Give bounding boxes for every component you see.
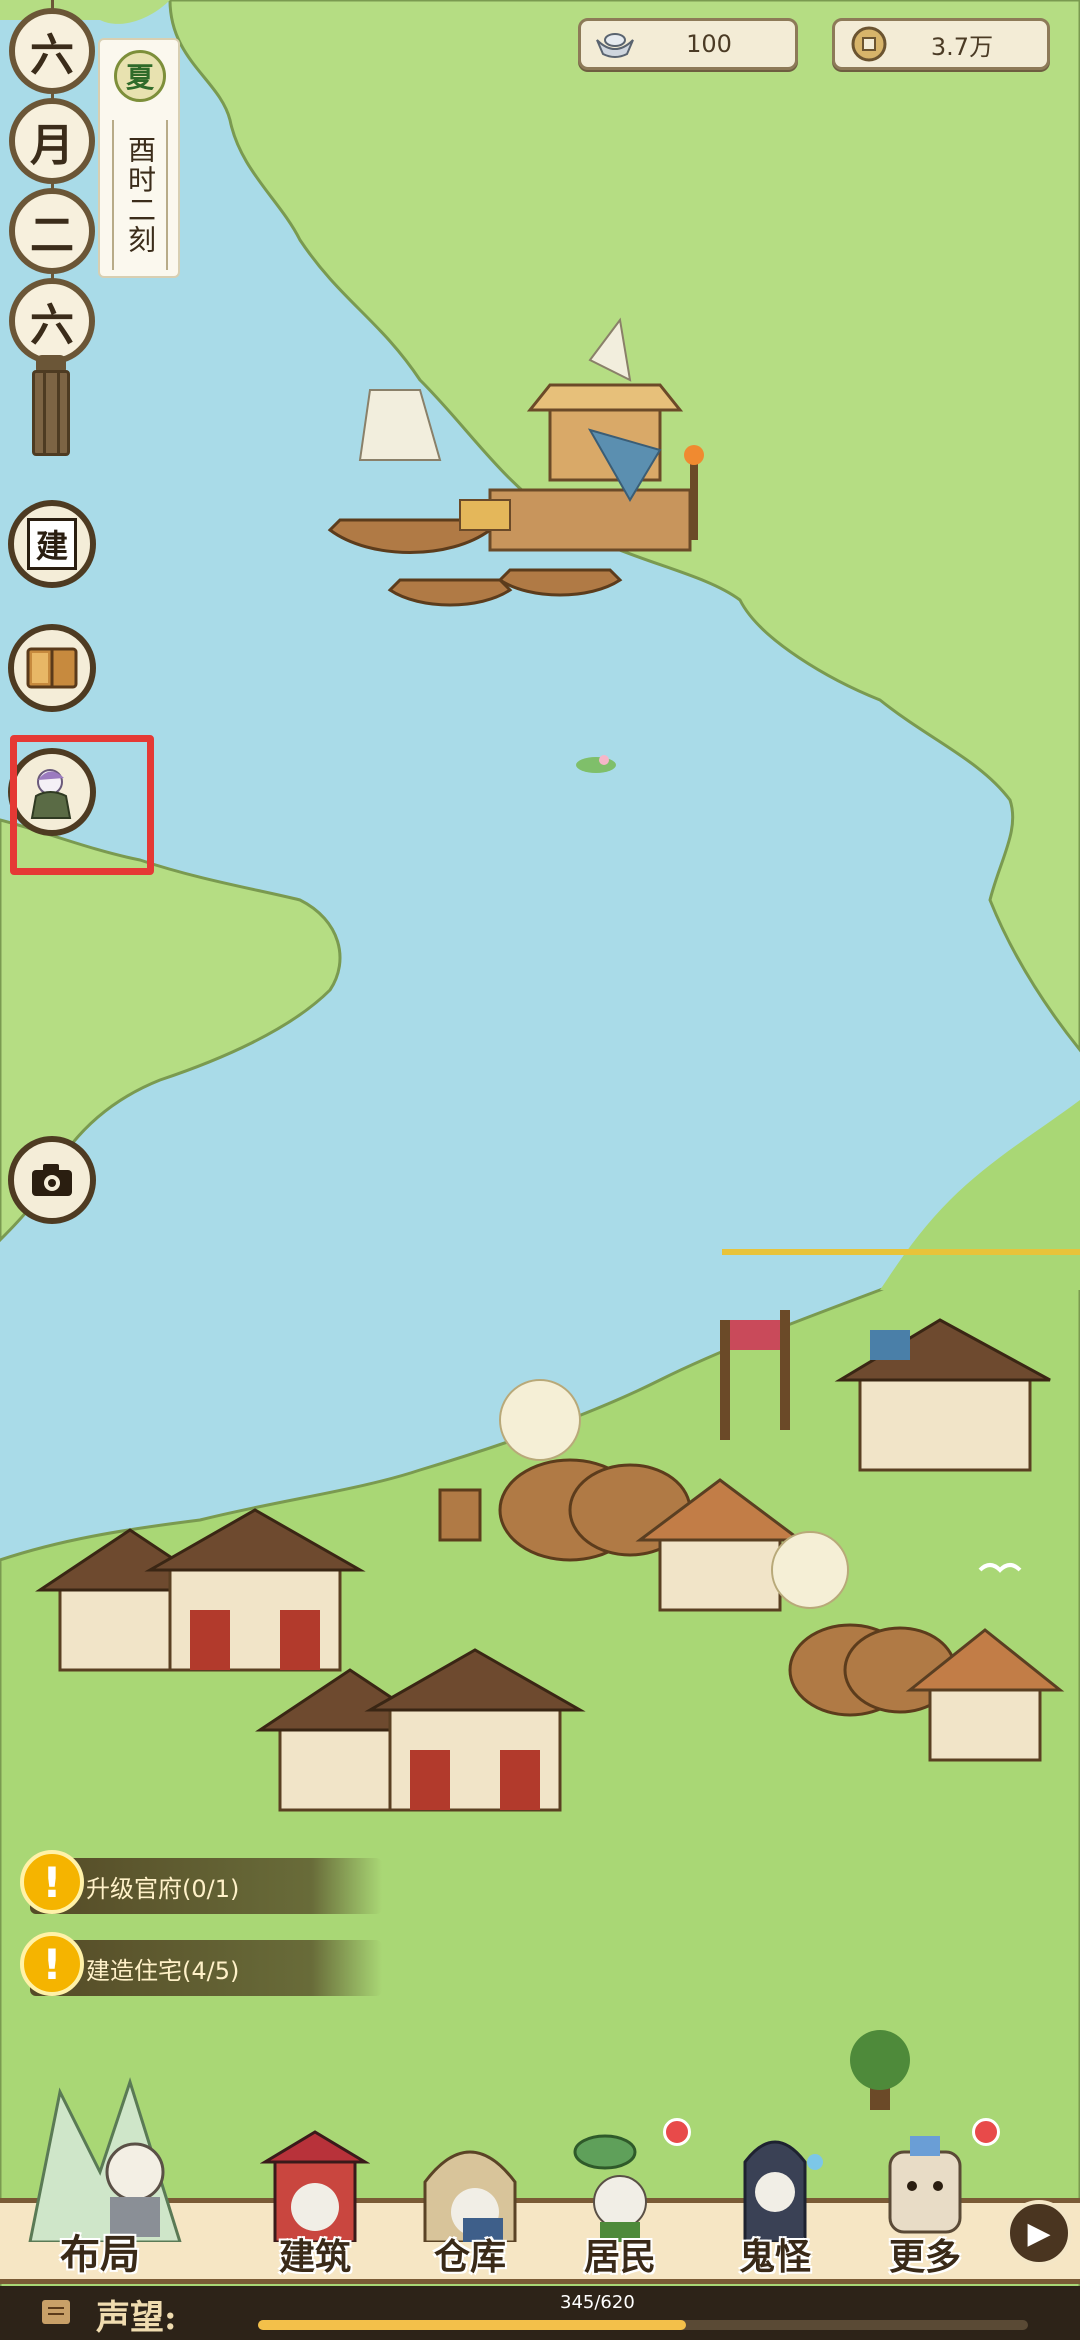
coin-value: 3.7万 <box>930 32 994 61</box>
calendar-bead-3[interactable]: 二 <box>9 188 95 274</box>
play-arrow-icon: ▶ <box>1027 2215 1051 2251</box>
nav-label: 仓库 <box>433 2236 506 2278</box>
camera-icon <box>32 1164 72 1196</box>
silver-ingot-icon <box>589 24 641 64</box>
reputation-label: 声望: <box>96 2298 177 2338</box>
nav-warehouse[interactable]: 仓库 <box>405 2110 535 2280</box>
scroll-icon <box>42 2300 70 2324</box>
ghosts-icon <box>743 2140 823 2242</box>
season-time-card[interactable]: 夏 酉时二刻 <box>98 38 180 278</box>
calendar-bead-1[interactable]: 六 <box>9 8 95 94</box>
copper-coin-icon <box>843 24 895 64</box>
more-badge <box>972 2118 1000 2146</box>
residents-icon <box>573 2134 647 2242</box>
nav-label: 更多 <box>888 2236 961 2278</box>
warehouse-hut-icon <box>423 2150 517 2242</box>
coin-counter[interactable]: 3.7万 <box>832 18 1050 70</box>
exclamation-icon: ! <box>20 1932 84 1996</box>
build-sign-icon: 建 <box>26 518 77 570</box>
building-gate-icon <box>260 2130 370 2242</box>
highlight-box <box>10 735 154 875</box>
nav-label: 鬼怪 <box>738 2236 811 2278</box>
nav-label: 建筑 <box>278 2236 351 2278</box>
nav-residents[interactable]: 居民 <box>555 2110 691 2280</box>
quest-text: 建造住宅(4/5) <box>86 1956 240 1985</box>
exclamation-icon: ! <box>20 1850 84 1914</box>
camera-button[interactable] <box>8 1136 96 1224</box>
nav-label: 布局 <box>60 2231 140 2278</box>
nav-more[interactable]: 更多 <box>860 2110 1000 2280</box>
calendar-bead-4[interactable]: 六 <box>9 278 95 364</box>
quest-item[interactable]: ! 建造住宅(4/5) <box>20 1932 382 1996</box>
quest-text: 升级官府(0/1) <box>86 1874 240 1903</box>
book-icon <box>26 647 78 689</box>
nav-building[interactable]: 建筑 <box>250 2110 380 2280</box>
calendar-bead-2[interactable]: 月 <box>9 98 95 184</box>
silver-value: 100 <box>686 30 732 58</box>
season-badge: 夏 <box>114 50 166 102</box>
nav-ghosts[interactable]: 鬼怪 <box>710 2110 840 2280</box>
quest-item[interactable]: ! 升级官府(0/1) <box>20 1850 382 1914</box>
silver-counter[interactable]: 100 <box>578 18 798 70</box>
more-cat-icon <box>888 2136 962 2234</box>
build-shortcut-button[interactable]: 建 <box>8 500 96 588</box>
residents-badge <box>663 2118 691 2146</box>
reputation-fill <box>258 2320 687 2330</box>
reputation-track <box>258 2320 1028 2330</box>
reputation-progress-text: 345/620 <box>560 2292 635 2313</box>
layout-mountain-icon <box>28 2077 182 2242</box>
nav-layout[interactable]: 布局 <box>0 2050 200 2280</box>
book-button[interactable] <box>8 624 96 712</box>
reputation-bar: 声望: 345/620 <box>0 2286 1080 2340</box>
time-of-day: 酉时二刻 <box>112 120 168 270</box>
nav-label: 居民 <box>583 2236 656 2278</box>
calendar-tassel <box>32 370 70 456</box>
play-arrow-button[interactable]: ▶ <box>1006 2200 1072 2266</box>
